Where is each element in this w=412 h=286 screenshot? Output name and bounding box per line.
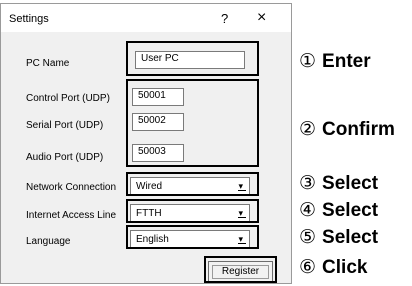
- close-button[interactable]: ×: [257, 9, 266, 27]
- annotation-select-network: ③ Select: [299, 173, 379, 194]
- annotation-click: ⑥ Click: [299, 257, 368, 278]
- annotation-confirm: ② Confirm: [299, 119, 395, 140]
- title-bar: Settings ? ×: [1, 4, 291, 32]
- language-label: Language: [26, 236, 71, 247]
- pc-name-label: PC Name: [26, 58, 70, 69]
- annotation-select-language: ⑤ Select: [299, 227, 379, 248]
- highlight-box-internet-access-line: [126, 199, 259, 223]
- network-connection-label: Network Connection: [26, 182, 117, 193]
- help-button[interactable]: ?: [221, 11, 228, 26]
- audio-port-label: Audio Port (UDP): [26, 152, 104, 163]
- highlight-box-language: [126, 225, 259, 249]
- annotation-enter: ① Enter: [299, 51, 371, 72]
- serial-port-label: Serial Port (UDP): [26, 120, 104, 131]
- control-port-label: Control Port (UDP): [26, 93, 110, 104]
- highlight-box-register: [204, 256, 277, 283]
- dialog-title: Settings: [9, 13, 49, 25]
- highlight-box-ports: [126, 79, 259, 167]
- internet-access-line-label: Internet Access Line: [26, 210, 117, 221]
- highlight-box-pc-name: [126, 41, 259, 76]
- annotation-select-internet: ④ Select: [299, 200, 379, 221]
- highlight-box-network-connection: [126, 172, 259, 196]
